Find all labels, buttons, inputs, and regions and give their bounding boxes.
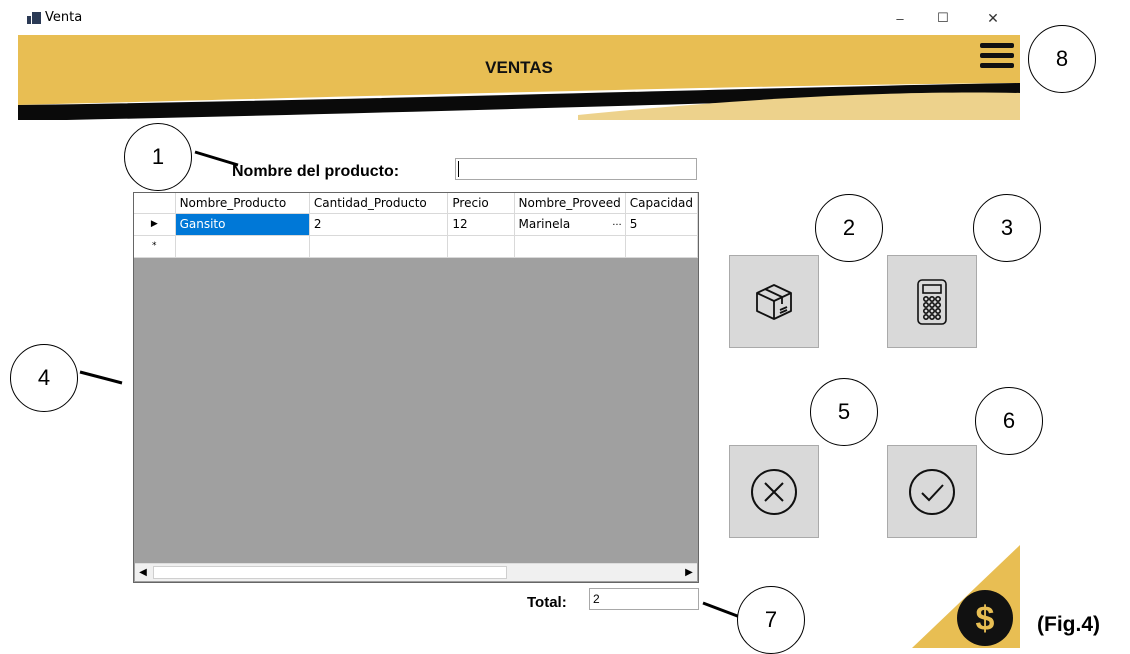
current-row-indicator[interactable]: ▶ (134, 213, 176, 236)
window-titlebar (0, 0, 1020, 35)
grid-cell[interactable]: 2 (309, 213, 449, 236)
grid-cell-text: Marinela (518, 217, 571, 231)
figure-label: (Fig.4) (1037, 613, 1100, 636)
product-name-input[interactable] (455, 158, 697, 180)
product-button[interactable] (729, 255, 819, 348)
text-cursor (458, 161, 459, 177)
grid-header-row: Nombre_Producto Cantidad_Producto Precio… (134, 193, 698, 214)
grid-cell[interactable] (625, 235, 698, 258)
total-label: Total: (527, 594, 567, 611)
total-field[interactable] (589, 588, 699, 610)
scrollbar-thumb[interactable] (153, 566, 507, 579)
scroll-left-arrow-icon[interactable]: ◀ (135, 564, 151, 581)
cell-ellipsis: ... (612, 216, 622, 228)
horizontal-scrollbar[interactable]: ◀ ▶ (135, 563, 697, 581)
svg-text:$: $ (976, 600, 995, 638)
maximize-icon: ☐ (937, 10, 949, 25)
column-header[interactable]: Capacidad (625, 193, 698, 214)
grid-cell[interactable] (175, 235, 310, 258)
row-header-corner (134, 193, 176, 214)
grid-cell[interactable]: 12 (447, 213, 515, 236)
callout-3: 3 (973, 194, 1041, 262)
hamburger-icon-bar (980, 43, 1014, 48)
dollar-icon: $ (957, 590, 1013, 646)
callout-5: 5 (810, 378, 878, 446)
calculate-button[interactable] (887, 255, 977, 348)
callout-1: 1 (124, 123, 192, 191)
column-header[interactable]: Cantidad_Producto (309, 193, 449, 214)
calculator-icon (917, 278, 947, 325)
box-icon (756, 283, 792, 320)
menu-button[interactable] (978, 40, 1018, 72)
grid-cell[interactable] (309, 235, 449, 258)
minimize-icon: – (896, 10, 904, 26)
grid-cell[interactable] (447, 235, 515, 258)
callout-8: 8 (1028, 25, 1096, 93)
close-icon: ✕ (987, 9, 999, 26)
column-header[interactable]: Precio (447, 193, 515, 214)
table-row[interactable]: ▶ Gansito 2 12 Marinela ... 5 (134, 213, 698, 236)
grid-cell[interactable]: Gansito (175, 213, 310, 236)
callout-2: 2 (815, 194, 883, 262)
callout-6: 6 (975, 387, 1043, 455)
table-row-new[interactable]: * (134, 235, 698, 258)
cancel-button[interactable] (729, 445, 819, 538)
hamburger-icon-bar (980, 53, 1014, 58)
column-header[interactable]: Nombre_Proveed (514, 193, 626, 214)
app-icon (27, 12, 41, 24)
grid-table: Nombre_Producto Cantidad_Producto Precio… (134, 193, 698, 258)
scroll-right-arrow-icon[interactable]: ▶ (681, 564, 697, 581)
page-title: VENTAS (485, 58, 553, 77)
products-datagrid[interactable]: Nombre_Producto Cantidad_Producto Precio… (133, 192, 699, 583)
grid-cell[interactable] (514, 235, 626, 258)
grid-cell[interactable]: Marinela ... (514, 213, 626, 236)
callout-4: 4 (10, 344, 78, 412)
maximize-button[interactable]: ☐ (928, 4, 958, 32)
new-row-indicator[interactable]: * (134, 235, 176, 258)
window-title: Venta (45, 10, 83, 25)
check-circle-icon (909, 468, 955, 515)
cancel-circle-icon (751, 468, 797, 515)
confirm-button[interactable] (887, 445, 977, 538)
product-name-label: Nombre del producto: (232, 163, 400, 180)
close-button[interactable]: ✕ (978, 4, 1008, 32)
minimize-button[interactable]: – (885, 4, 915, 32)
grid-cell[interactable]: 5 (625, 213, 698, 236)
hamburger-icon-bar (980, 63, 1014, 68)
column-header[interactable]: Nombre_Producto (175, 193, 310, 214)
callout-7: 7 (737, 586, 805, 654)
